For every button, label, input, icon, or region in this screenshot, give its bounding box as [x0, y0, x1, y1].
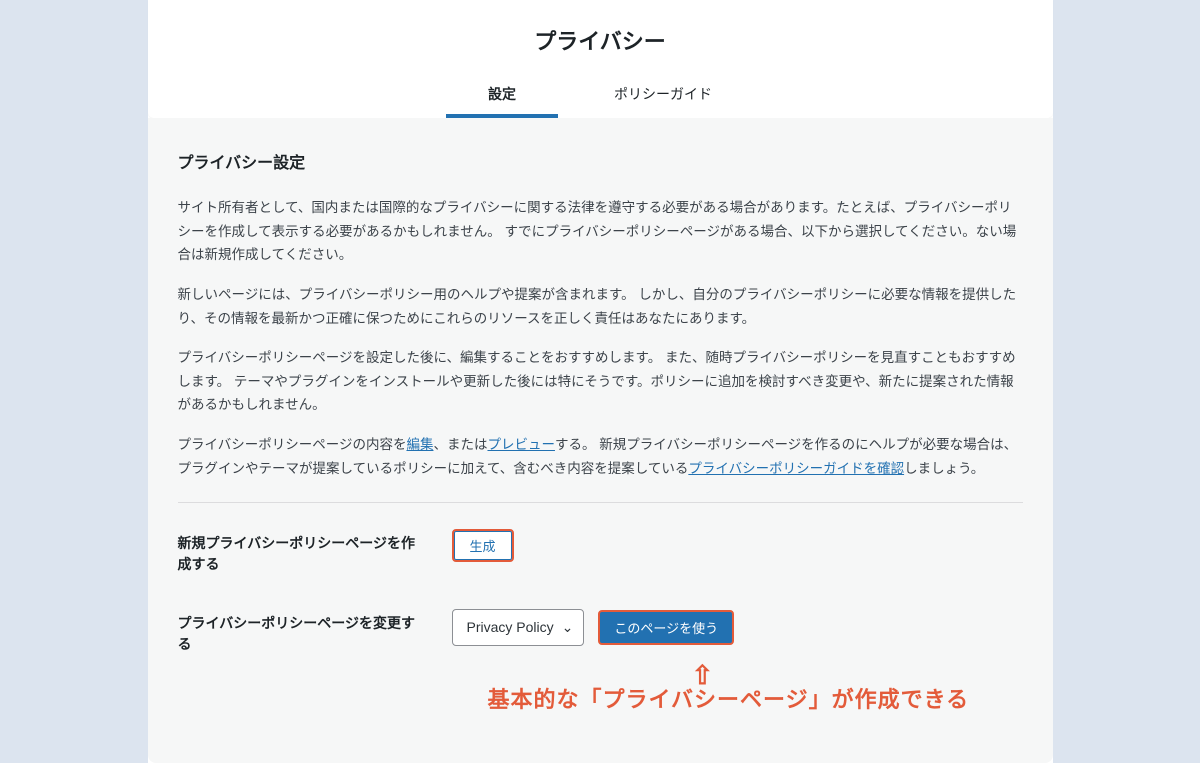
privacy-settings-panel: プライバシー 設定 ポリシーガイド プライバシー設定 サイト所有者として、国内ま…	[148, 0, 1053, 763]
tab-settings[interactable]: 設定	[484, 74, 520, 118]
policy-page-select[interactable]: Privacy Policy ⌄	[452, 609, 585, 646]
select-value: Privacy Policy	[467, 615, 554, 640]
section-title: プライバシー設定	[178, 150, 1023, 178]
tab-policy-guide[interactable]: ポリシーガイド	[610, 74, 716, 118]
chevron-down-icon: ⌄	[562, 615, 574, 640]
use-page-button[interactable]: このページを使う	[598, 610, 734, 645]
preview-link[interactable]: プレビュー	[487, 437, 555, 452]
intro-paragraph-2: 新しいページには、プライバシーポリシー用のヘルプや提案が含まれます。 しかし、自…	[178, 283, 1023, 330]
intro-paragraph-4: プライバシーポリシーページの内容を編集、またはプレビューする。 新規プライバシー…	[178, 433, 1023, 480]
tabs: 設定 ポリシーガイド	[148, 74, 1053, 118]
panel-header: プライバシー 設定 ポリシーガイド	[148, 0, 1053, 118]
annotation-text: 基本的な「プライバシーページ」が作成できる	[488, 681, 970, 720]
edit-link[interactable]: 編集	[406, 437, 433, 452]
section-divider	[178, 502, 1023, 503]
change-policy-label: プライバシーポリシーページを変更する	[178, 609, 420, 655]
panel-body: プライバシー設定 サイト所有者として、国内または国際的なプライバシーに関する法律…	[148, 118, 1053, 763]
intro-paragraph-3: プライバシーポリシーページを設定した後に、編集することをおすすめします。 また、…	[178, 346, 1023, 417]
create-policy-label: 新規プライバシーポリシーページを作成する	[178, 529, 420, 575]
create-policy-row: 新規プライバシーポリシーページを作成する 生成	[178, 529, 1023, 575]
page-title: プライバシー	[148, 16, 1053, 74]
change-policy-row: プライバシーポリシーページを変更する Privacy Policy ⌄ このペー…	[178, 609, 1023, 655]
create-button[interactable]: 生成	[452, 529, 514, 562]
annotation: ⇧ 基本的な「プライバシーページ」が作成できる	[178, 663, 1023, 723]
policy-guide-link[interactable]: プライバシーポリシーガイドを確認	[688, 461, 904, 476]
intro-paragraph-1: サイト所有者として、国内または国際的なプライバシーに関する法律を遵守する必要があ…	[178, 196, 1023, 267]
